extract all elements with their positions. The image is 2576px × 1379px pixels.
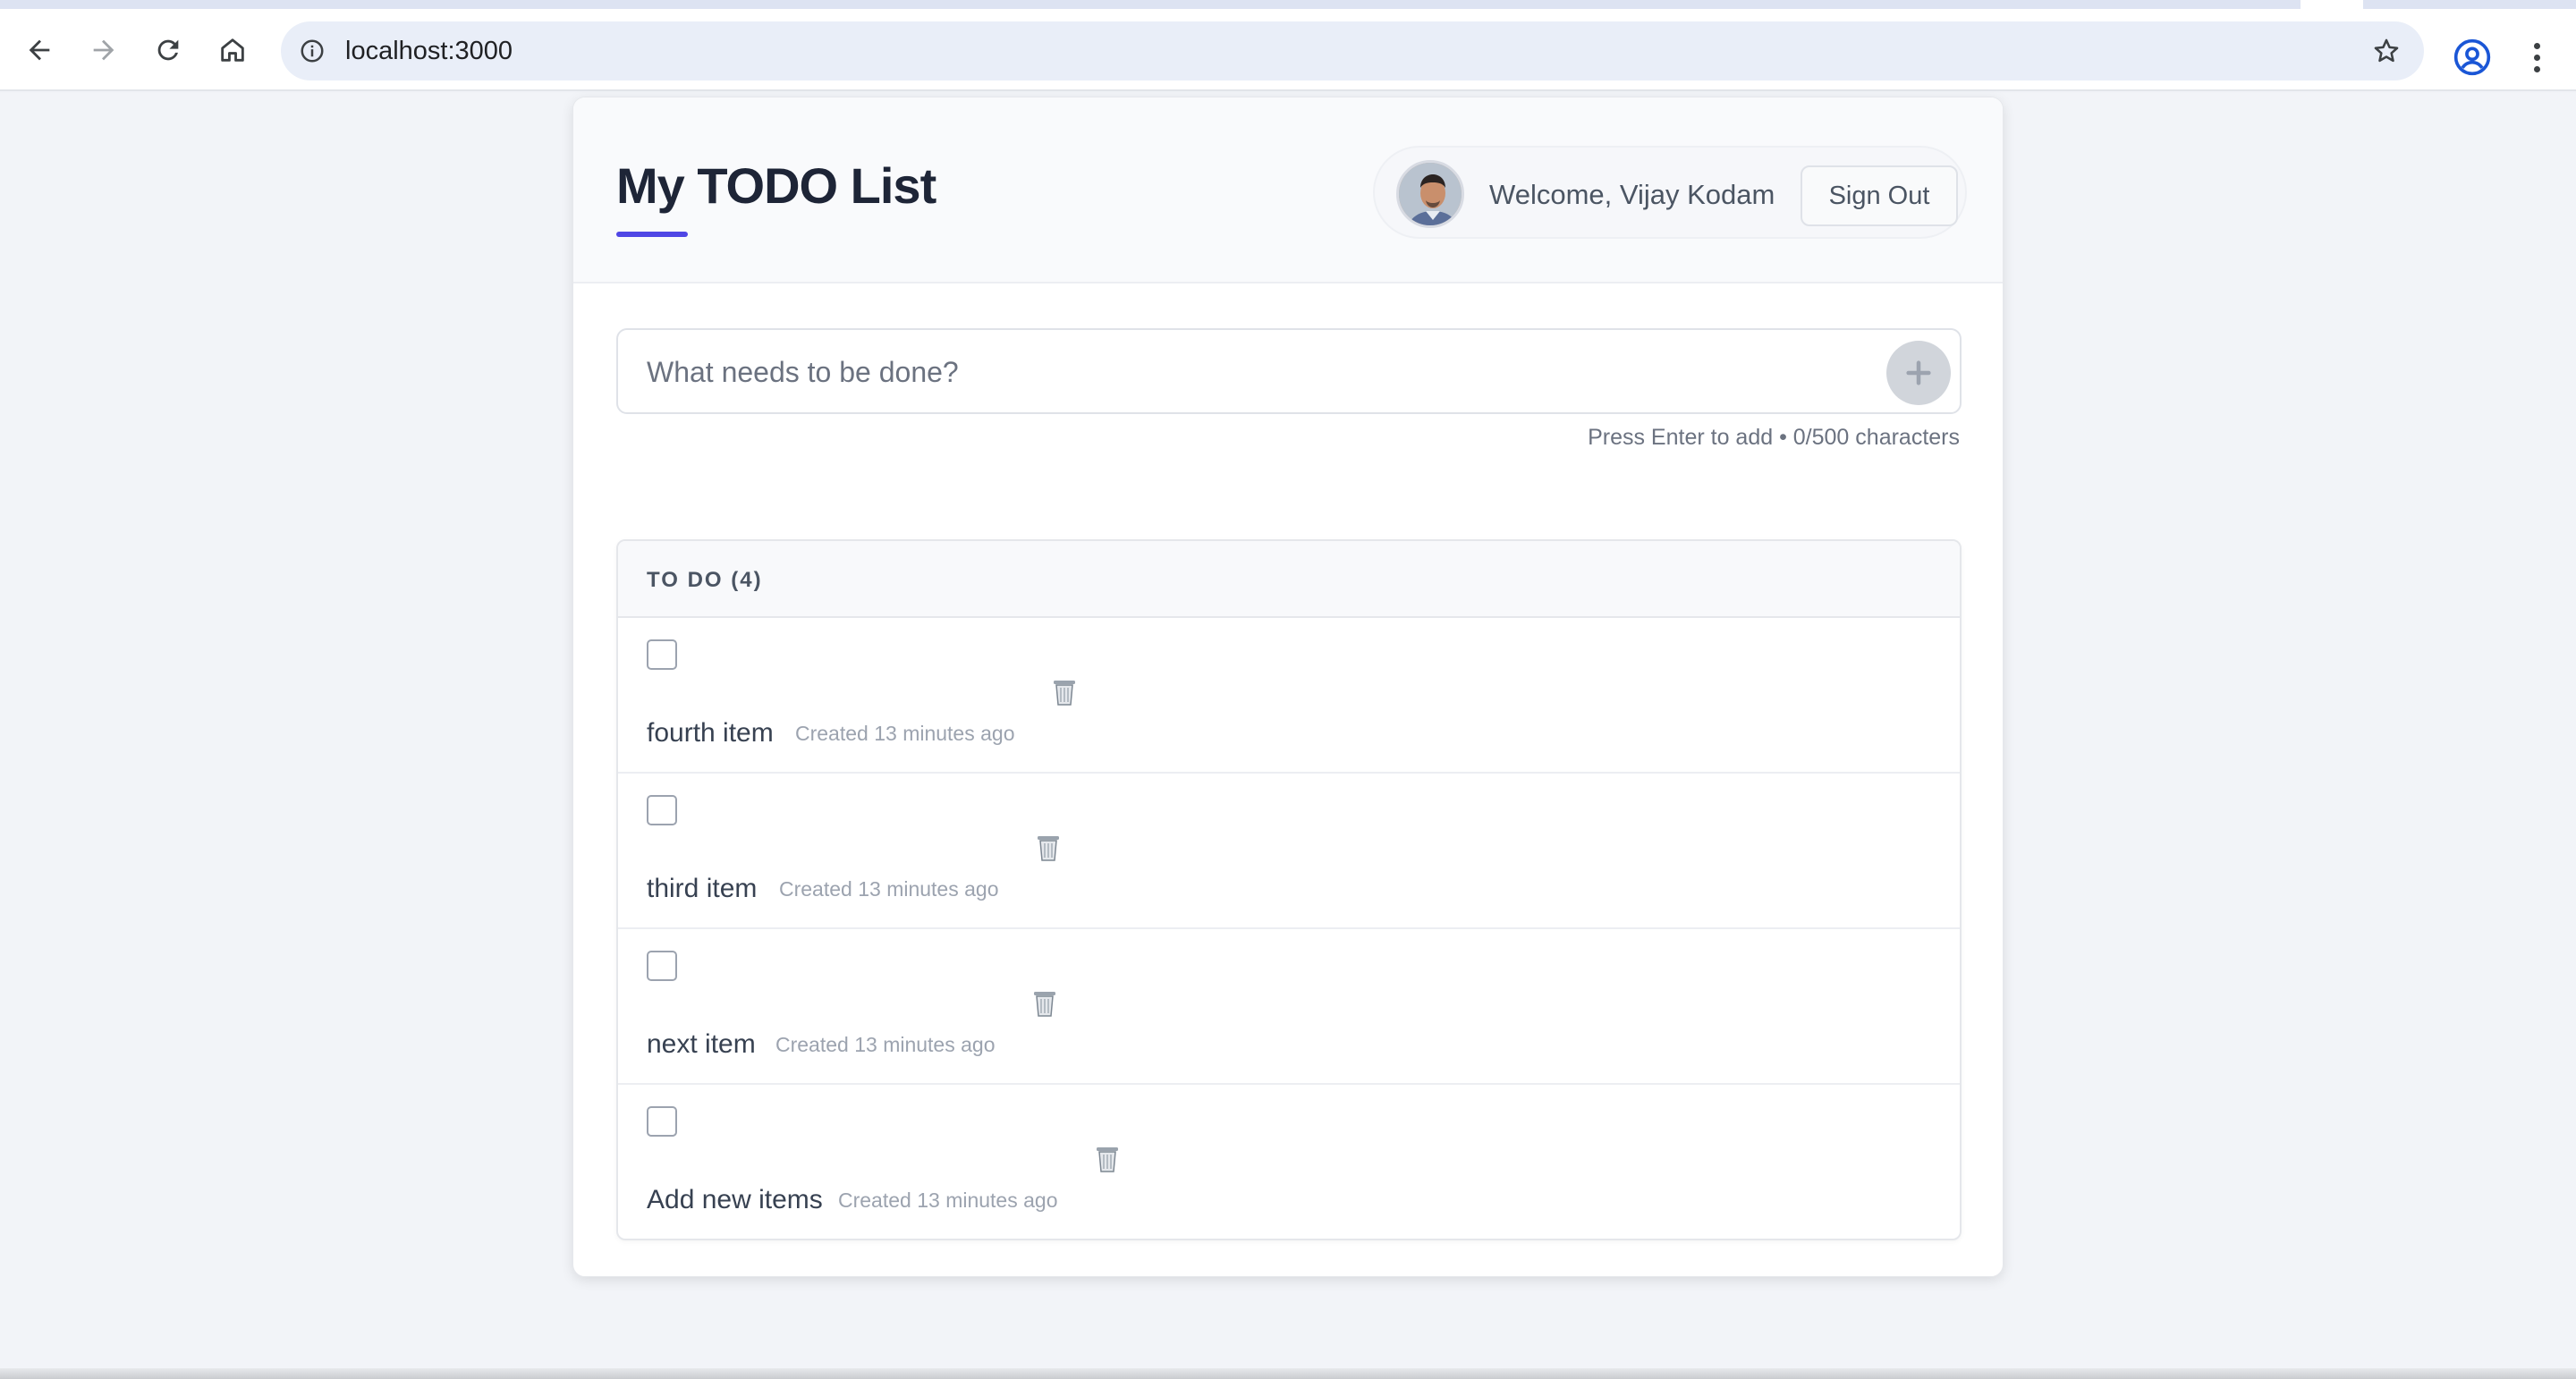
- avatar: [1396, 160, 1464, 228]
- bookmark-star-icon[interactable]: [2368, 33, 2404, 69]
- trash-icon[interactable]: [1035, 833, 1062, 863]
- page-viewport: My TODO List Welcome, Vijay Kodam Sign O…: [0, 93, 2576, 1379]
- trash-icon[interactable]: [1094, 1144, 1121, 1174]
- todo-checkbox[interactable]: [647, 951, 677, 981]
- site-info-icon[interactable]: [295, 34, 329, 68]
- home-icon: [221, 38, 244, 62]
- todo-item: third item Created 13 minutes ago: [618, 774, 1960, 929]
- arrow-right-icon: [93, 39, 114, 61]
- new-todo-field: [616, 328, 1962, 414]
- input-hint: Press Enter to add • 0/500 characters: [1588, 425, 1960, 450]
- todo-checkbox[interactable]: [647, 639, 677, 670]
- todo-item: fourth item Created 13 minutes ago: [618, 618, 1960, 774]
- todo-created: Created 13 minutes ago: [795, 722, 1015, 745]
- todo-text: fourth item: [647, 718, 774, 748]
- welcome-text: Welcome, Vijay Kodam: [1489, 179, 1775, 210]
- new-todo-input[interactable]: [647, 353, 1863, 391]
- todo-created: Created 13 minutes ago: [779, 877, 999, 901]
- card-header: My TODO List Welcome, Vijay Kodam Sign O…: [573, 97, 2003, 283]
- todo-item: next item Created 13 minutes ago: [618, 929, 1960, 1085]
- list-header: TO DO (4): [618, 541, 1960, 618]
- todo-checkbox[interactable]: [647, 1106, 677, 1137]
- sign-out-button[interactable]: Sign Out: [1801, 165, 1958, 226]
- back-button[interactable]: [18, 29, 61, 72]
- trash-icon[interactable]: [1051, 677, 1078, 707]
- user-panel: Welcome, Vijay Kodam Sign Out: [1373, 146, 1967, 239]
- forward-button[interactable]: [82, 29, 125, 72]
- add-todo-button[interactable]: [1886, 341, 1951, 405]
- home-button[interactable]: [211, 29, 254, 72]
- page-title: My TODO List: [616, 157, 936, 214]
- todo-card: My TODO List Welcome, Vijay Kodam Sign O…: [572, 97, 2004, 1277]
- trash-icon[interactable]: [1031, 988, 1058, 1019]
- todo-created: Created 13 minutes ago: [775, 1033, 996, 1056]
- plus-icon: [1906, 360, 1931, 385]
- title-underline: [616, 232, 688, 237]
- browser-menu-icon[interactable]: [2521, 36, 2553, 79]
- profile-icon[interactable]: [2453, 38, 2492, 77]
- todo-list: TO DO (4) fourth item Created 13 minutes…: [616, 539, 1962, 1240]
- url-text[interactable]: localhost:3000: [345, 34, 513, 68]
- todo-created: Created 13 minutes ago: [838, 1189, 1058, 1212]
- list-title: TO DO (4): [647, 568, 763, 592]
- todo-text: third item: [647, 874, 758, 903]
- browser-toolbar: localhost:3000: [0, 9, 2576, 91]
- tab-strip: [0, 0, 2576, 9]
- todo-checkbox[interactable]: [647, 795, 677, 825]
- reload-icon: [157, 39, 179, 61]
- todo-item: Add new items Created 13 minutes ago: [618, 1085, 1960, 1239]
- address-bar[interactable]: localhost:3000: [281, 21, 2424, 80]
- todo-text: Add new items: [647, 1185, 823, 1214]
- active-tab-edge: [2301, 0, 2363, 9]
- todo-text: next item: [647, 1029, 756, 1059]
- bottom-shadow: [0, 1368, 2576, 1379]
- reload-button[interactable]: [147, 29, 190, 72]
- arrow-left-icon: [29, 39, 50, 61]
